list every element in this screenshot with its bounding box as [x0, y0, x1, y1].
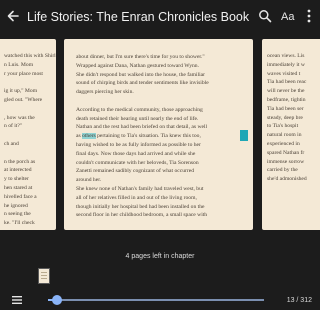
page-line	[4, 149, 56, 158]
page-line: ig it up," Mom	[4, 88, 38, 95]
page-line: Tia had been ser	[267, 105, 304, 112]
page-line: she'd admonished	[267, 176, 307, 183]
search-icon[interactable]	[258, 9, 272, 23]
progress-slider-handle[interactable]	[52, 295, 62, 305]
page-line: around her.	[76, 177, 102, 184]
page-line: Nathan and the rest had been briefed on …	[76, 124, 208, 131]
book-title: Life Stories: The Enran Chronicles Book …	[27, 10, 252, 24]
page-line	[4, 131, 56, 140]
page-line: According to the medical community, thos…	[76, 106, 203, 113]
page-line: about dinner, but I'm sure there's time …	[76, 54, 205, 60]
page-line: , how was the	[4, 114, 35, 121]
page-line: second floor in her childhood bedroom, a…	[76, 212, 208, 219]
page-line	[4, 105, 56, 114]
page-line: hivelled face a	[4, 193, 37, 200]
arrow-left-icon[interactable]	[6, 9, 20, 23]
page-line: as others pertaining to Tia's situation.…	[76, 133, 201, 140]
page-line: ch and	[4, 140, 19, 147]
progress-slider[interactable]	[48, 295, 264, 305]
page-line: Wrapped against Dana, Nathan gestured to…	[76, 62, 199, 69]
page-line: She knew none of Nathan's family had tra…	[76, 185, 204, 192]
page-line: spared Nathan fr	[267, 149, 305, 156]
page-line: n of it?"	[4, 123, 23, 130]
previous-page-text: watched this with Shirl n Luis. Mom r your…	[4, 52, 56, 228]
page-line: steady, deep bre	[267, 114, 303, 121]
page-line: r your place most	[4, 70, 43, 77]
page-line: sound of chirping birds and tender senti…	[76, 80, 209, 87]
top-app-bar: Life Stories: The Enran Chronicles Book …	[0, 0, 320, 34]
highlighted-word[interactable]: others	[82, 133, 96, 140]
font-settings-button[interactable]: Aa	[281, 10, 294, 24]
page-line: waves visited t	[267, 70, 301, 77]
page-line: final days. Now those days had arrived a…	[76, 150, 196, 157]
page-line: n Luis. Mom	[4, 61, 34, 68]
page-line: immense sorrow	[267, 158, 305, 165]
page-line: ocean views. Lis	[267, 53, 305, 59]
page-line	[4, 78, 56, 87]
page-line: couldn't communicate with her beloveds, …	[76, 159, 199, 166]
page-line: natural room in	[267, 132, 302, 139]
contents-menu-icon[interactable]	[12, 296, 22, 304]
page-line: will never be the	[267, 88, 305, 95]
page-line: y to shelter	[4, 176, 29, 183]
page-line: daggers piercing her skin.	[76, 89, 134, 96]
page-line: at interected	[4, 167, 32, 174]
current-page-text: about dinner, but I'm sure there's time …	[76, 53, 209, 220]
more-vertical-icon[interactable]	[304, 8, 314, 24]
current-page[interactable]: about dinner, but I'm sure there's time …	[64, 39, 253, 230]
page-line: She didn't respond but walked into the h…	[76, 71, 206, 78]
page-line: Zanetti remained sadibly cognizant of wh…	[76, 168, 195, 175]
note-marker-icon[interactable]	[240, 130, 248, 141]
page-indicator: 13 / 312	[286, 297, 312, 304]
pages-left-label: 4 pages left in chapter	[125, 253, 195, 260]
page-line: to Tia's hospit	[267, 123, 299, 130]
page-line: hen stared at	[4, 184, 33, 191]
page-line: n seeing the	[4, 211, 31, 218]
page-line: experienced in	[267, 140, 300, 147]
page-line: n the porch as	[4, 158, 36, 165]
page-line: carried by the	[267, 167, 298, 174]
page-line: Tia had been reac	[267, 79, 307, 86]
page-line: having wished to be as fully informed as…	[76, 141, 201, 148]
page-line: bedframe, tightin	[267, 96, 306, 103]
page-line: ke. "I'll check	[4, 220, 35, 227]
next-page[interactable]: ocean views. Lis immediately it w waves vi…	[262, 39, 320, 230]
page-line: gled out. "Where	[4, 96, 43, 103]
page-thumbnail[interactable]	[38, 268, 50, 284]
page-line: watched this with Shirl	[4, 53, 56, 59]
page-line: all of her relatives filled in and out o…	[76, 194, 197, 201]
next-page-text: ocean views. Lis immediately it w waves vi…	[267, 52, 307, 184]
page-line: though initially her hospital bed had be…	[76, 203, 205, 210]
previous-page[interactable]: watched this with Shirl n Luis. Mom r your…	[0, 39, 56, 230]
page-line: death retained their hearing until nearl…	[76, 115, 199, 122]
page-line: he ignored	[4, 202, 28, 209]
page-line	[76, 97, 209, 106]
page-line: immediately it w	[267, 61, 305, 68]
